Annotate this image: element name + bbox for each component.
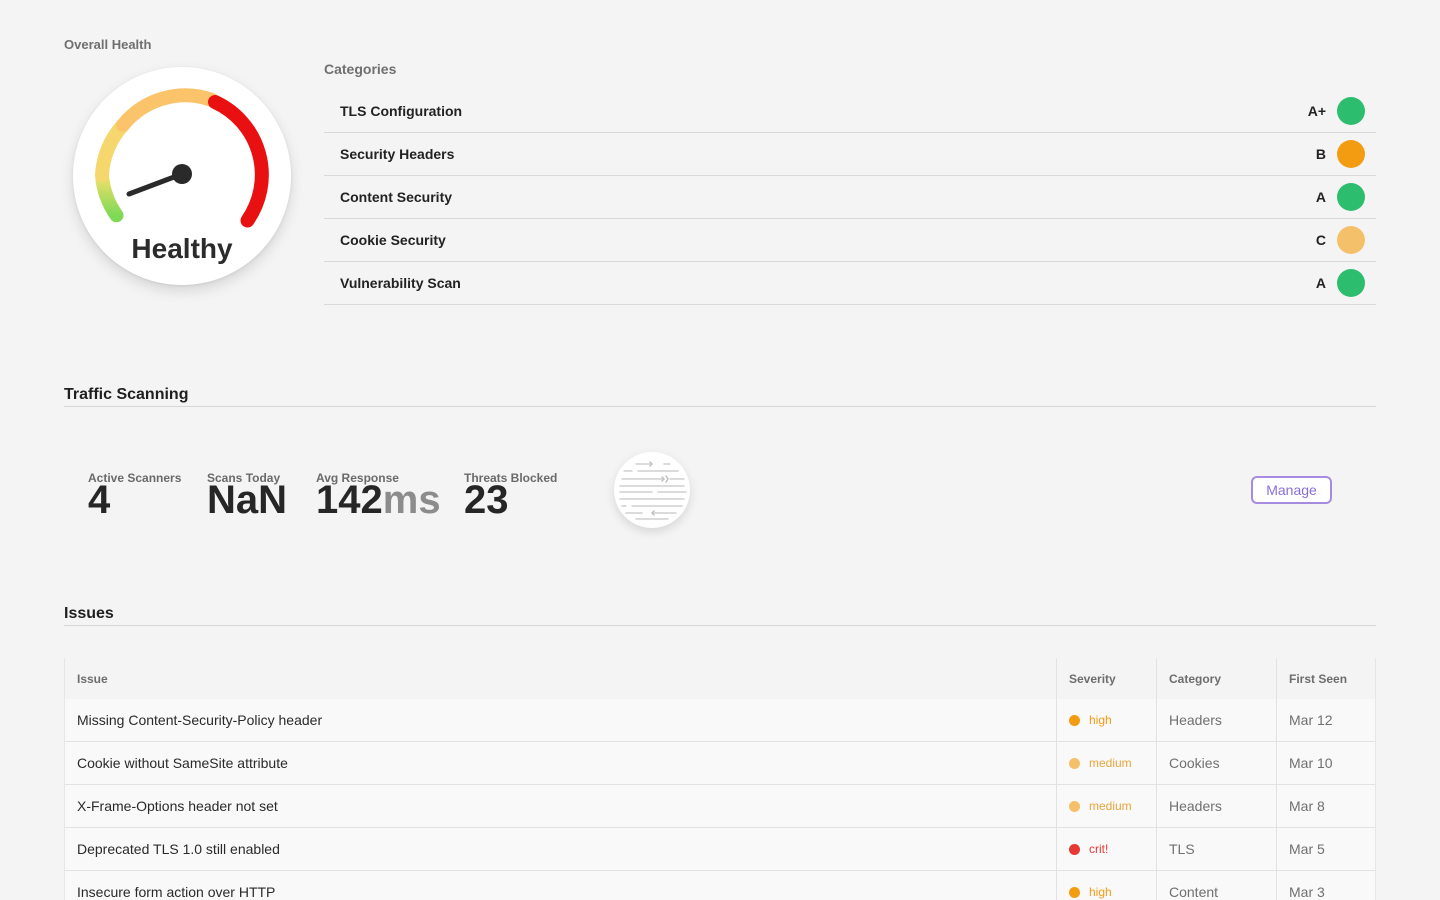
severity-label: medium — [1089, 756, 1132, 770]
category-grade: A — [1315, 275, 1326, 291]
table-row[interactable]: Deprecated TLS 1.0 still enabled crit! T… — [65, 828, 1375, 871]
column-header-first-seen[interactable]: First Seen — [1276, 658, 1375, 699]
category-cell: TLS — [1156, 828, 1276, 870]
first-seen-cell: Mar 8 — [1276, 785, 1375, 827]
category-status-dot — [1337, 183, 1365, 211]
severity-cell: medium — [1056, 742, 1156, 784]
stat-value: 4 — [88, 480, 181, 520]
category-name: Security Headers — [340, 146, 455, 162]
gauge-hub — [172, 164, 192, 184]
category-row-tls[interactable]: TLS Configuration A+ — [324, 90, 1376, 133]
category-row-cookie-security[interactable]: Cookie Security C — [324, 219, 1376, 262]
category-row-security-headers[interactable]: Security Headers B — [324, 133, 1376, 176]
stat-value: 23 — [464, 480, 557, 520]
stat-threats-blocked: Threats Blocked 23 — [464, 471, 557, 520]
column-header-severity[interactable]: Severity — [1056, 658, 1156, 699]
category-grade: A — [1315, 189, 1326, 205]
category-grade: C — [1315, 232, 1326, 248]
stat-avg-response: Avg Response 142ms — [316, 471, 441, 520]
overall-health-title: Overall Health — [64, 37, 152, 52]
category-status-dot — [1337, 97, 1365, 125]
issues-heading: Issues — [64, 605, 1376, 626]
stat-value: 142ms — [316, 480, 441, 520]
categories-title: Categories — [324, 61, 397, 77]
category-name: Cookie Security — [340, 232, 446, 248]
issue-title: Deprecated TLS 1.0 still enabled — [77, 841, 280, 857]
stat-scans-today: Scans Today NaN — [207, 471, 287, 520]
stat-number: 142 — [316, 478, 383, 522]
issue-title: Insecure form action over HTTP — [77, 884, 276, 900]
first-seen-cell: Mar 3 — [1276, 871, 1375, 900]
severity-cell: high — [1056, 699, 1156, 741]
stat-unit: ms — [382, 478, 441, 522]
table-header-row: Issue Severity Category First Seen — [65, 658, 1375, 699]
severity-label: high — [1089, 713, 1112, 727]
stat-number: 23 — [464, 478, 509, 522]
traffic-flow-icon — [614, 452, 690, 528]
severity-label: medium — [1089, 799, 1132, 813]
severity-cell: crit! — [1056, 828, 1156, 870]
category-status-dot — [1337, 269, 1365, 297]
categories-list: TLS Configuration A+ Security Headers B … — [324, 90, 1376, 305]
category-status-dot — [1337, 140, 1365, 168]
table-row[interactable]: Insecure form action over HTTP high Cont… — [65, 871, 1375, 900]
stat-active-scanners: Active Scanners 4 — [88, 471, 181, 520]
first-seen-cell: Mar 5 — [1276, 828, 1375, 870]
issue-title: Cookie without SameSite attribute — [77, 755, 288, 771]
gauge-arc-yellow — [95, 118, 130, 182]
stat-number: NaN — [207, 478, 288, 522]
category-cell: Content — [1156, 871, 1276, 900]
category-row-content-security[interactable]: Content Security A — [324, 176, 1376, 219]
severity-cell: medium — [1056, 785, 1156, 827]
table-row[interactable]: Cookie without SameSite attribute medium… — [65, 742, 1375, 785]
severity-dot — [1069, 886, 1080, 898]
category-cell: Headers — [1156, 699, 1276, 741]
gauge-arc-orange — [116, 88, 219, 132]
table-row[interactable]: Missing Content-Security-Policy header h… — [65, 699, 1375, 742]
severity-label: crit! — [1089, 842, 1109, 856]
severity-cell: high — [1056, 871, 1156, 900]
issue-title: Missing Content-Security-Policy header — [77, 712, 323, 728]
column-header-category[interactable]: Category — [1156, 658, 1276, 699]
column-header-issue[interactable]: Issue — [65, 658, 1056, 699]
category-grade: A+ — [1307, 103, 1326, 119]
health-status-label: Healthy — [131, 233, 233, 264]
first-seen-cell: Mar 10 — [1276, 742, 1375, 784]
health-gauge: Healthy — [73, 67, 291, 285]
issue-title: X-Frame-Options header not set — [77, 798, 278, 814]
stat-value: NaN — [207, 480, 287, 520]
first-seen-cell: Mar 12 — [1276, 699, 1375, 741]
severity-dot — [1069, 800, 1080, 812]
category-status-dot — [1337, 226, 1365, 254]
severity-dot — [1069, 843, 1080, 855]
severity-dot — [1069, 714, 1080, 726]
gauge-arc-red — [208, 95, 269, 228]
category-name: TLS Configuration — [340, 103, 463, 119]
category-name: Vulnerability Scan — [340, 275, 461, 291]
stat-number: 4 — [88, 478, 111, 522]
category-row-vulnerability-scan[interactable]: Vulnerability Scan A — [324, 262, 1376, 305]
table-row[interactable]: X-Frame-Options header not set medium He… — [65, 785, 1375, 828]
category-grade: B — [1315, 146, 1326, 162]
issues-table: Issue Severity Category First Seen Missi… — [64, 658, 1376, 900]
manage-button[interactable]: Manage — [1251, 476, 1332, 504]
category-cell: Cookies — [1156, 742, 1276, 784]
traffic-scanning-heading: Traffic Scanning — [64, 386, 1376, 407]
category-name: Content Security — [340, 189, 453, 205]
severity-label: high — [1089, 885, 1112, 899]
severity-dot — [1069, 757, 1080, 769]
category-cell: Headers — [1156, 785, 1276, 827]
